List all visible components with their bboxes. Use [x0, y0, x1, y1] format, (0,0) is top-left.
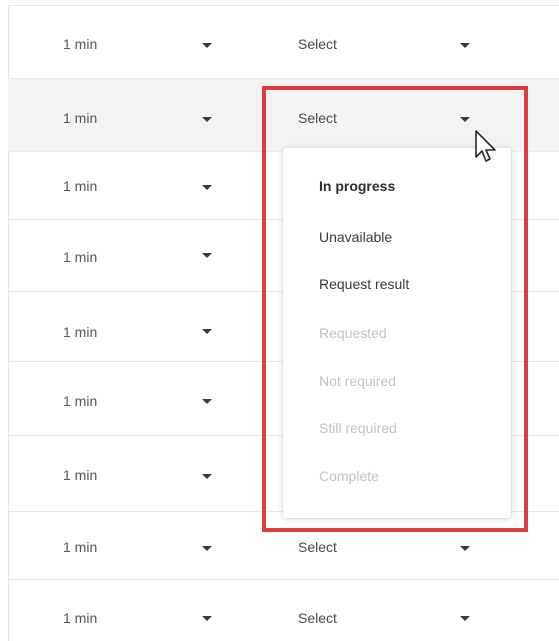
caret-down-icon[interactable]: [202, 185, 212, 190]
duration-value[interactable]: 1 min: [63, 467, 97, 483]
mouse-pointer-icon: [475, 130, 496, 162]
duration-value[interactable]: 1 min: [63, 249, 97, 265]
caret-down-icon[interactable]: [460, 546, 470, 551]
caret-down-icon[interactable]: [202, 43, 212, 48]
duration-value[interactable]: 1 min: [63, 393, 97, 409]
duration-value[interactable]: 1 min: [63, 539, 97, 555]
status-select[interactable]: Select: [298, 36, 337, 52]
table-row: 1 min Select: [8, 580, 559, 641]
caret-down-icon[interactable]: [460, 43, 470, 48]
duration-value[interactable]: 1 min: [63, 110, 97, 126]
status-select[interactable]: Select: [298, 539, 337, 555]
duration-value[interactable]: 1 min: [63, 610, 97, 626]
caret-down-icon[interactable]: [202, 616, 212, 621]
caret-down-icon[interactable]: [202, 399, 212, 404]
caret-down-icon[interactable]: [202, 117, 212, 122]
table-row: 1 min Select: [8, 5, 559, 79]
caret-down-icon[interactable]: [202, 329, 212, 334]
duration-value[interactable]: 1 min: [63, 324, 97, 340]
caret-down-icon[interactable]: [460, 616, 470, 621]
status-select[interactable]: Select: [298, 610, 337, 626]
duration-value[interactable]: 1 min: [63, 178, 97, 194]
duration-value[interactable]: 1 min: [63, 36, 97, 52]
caret-down-icon[interactable]: [202, 546, 212, 551]
caret-down-icon[interactable]: [202, 474, 212, 479]
caret-down-icon[interactable]: [202, 253, 212, 258]
